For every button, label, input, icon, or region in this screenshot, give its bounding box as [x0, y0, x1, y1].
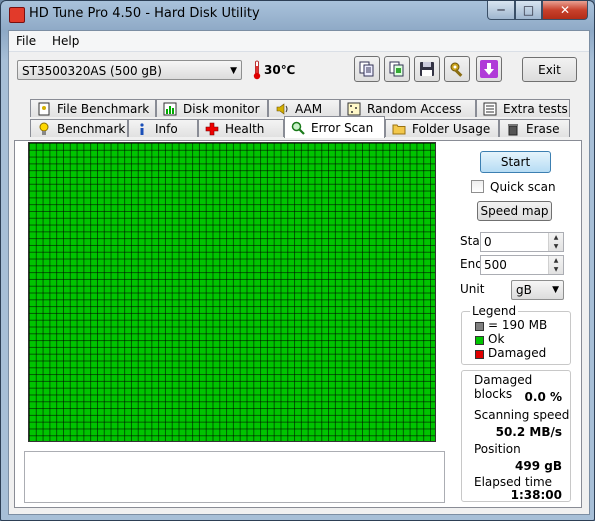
tab-label: Health: [225, 121, 265, 136]
info-icon: [140, 122, 144, 135]
save-button[interactable]: [414, 56, 440, 82]
app-icon: [9, 7, 25, 23]
end-input-value: 500: [484, 258, 507, 272]
trash-icon: [508, 123, 518, 135]
chevron-down-icon: ▼: [230, 66, 237, 76]
unit-select[interactable]: gB ▼: [511, 280, 564, 300]
legend-swatch-damaged: [475, 350, 484, 359]
tab-folder-usage[interactable]: Folder Usage: [385, 119, 499, 137]
maximize-icon: □: [522, 3, 535, 17]
legend-group: Legend = 190 MB Ok Damaged: [461, 304, 571, 365]
extra-tests-icon: [483, 102, 497, 115]
copy-text-icon: [359, 61, 374, 77]
drive-select[interactable]: ST3500320AS (500 gB) ▼: [17, 60, 242, 80]
tab-error-scan[interactable]: Error Scan: [284, 116, 385, 138]
legend-damaged: Damaged: [488, 346, 547, 360]
tab-label: Random Access: [367, 101, 462, 116]
random-access-icon: [347, 102, 361, 115]
scan-log[interactable]: [24, 451, 445, 503]
thermometer-icon: [253, 60, 261, 80]
tab-label: AAM: [295, 101, 323, 116]
tools-icon: [450, 62, 463, 77]
close-button[interactable]: ✕: [542, 1, 588, 20]
tab-label: Erase: [526, 121, 560, 136]
tab-label: Error Scan: [311, 120, 374, 135]
start-input-value: 0: [484, 235, 492, 249]
tab-extra-tests[interactable]: Extra tests: [476, 99, 570, 117]
start-scan-button[interactable]: Start: [480, 151, 551, 173]
spinner-arrows-icon[interactable]: ▲ ▼: [548, 256, 563, 274]
copy-screenshot-icon: [389, 61, 404, 77]
scan-block-grid: [28, 142, 436, 442]
copy-screenshot-button[interactable]: [384, 56, 410, 82]
tab-label: Extra tests: [503, 101, 568, 116]
legend-block-size: = 190 MB: [488, 318, 548, 332]
copy-text-button[interactable]: [354, 56, 380, 82]
scanning-speed-label: Scanning speed: [474, 408, 570, 422]
health-cross-icon: [205, 122, 219, 135]
speaker-icon: [276, 102, 288, 115]
unit-label: Unit: [460, 282, 485, 296]
legend-swatch-ok: [475, 336, 484, 345]
magnifier-icon: [291, 121, 305, 135]
damaged-blocks-value: 0.0 %: [524, 390, 562, 404]
speed-map-button[interactable]: Speed map: [477, 201, 552, 221]
download-button[interactable]: [476, 56, 502, 82]
tab-label: Disk monitor: [183, 101, 260, 116]
unit-select-value: gB: [516, 283, 532, 297]
file-benchmark-icon: [38, 102, 50, 115]
menu-help[interactable]: Help: [52, 34, 79, 48]
quick-scan-label: Quick scan: [490, 180, 556, 194]
tab-label: Benchmark: [57, 121, 126, 136]
app-window: HD Tune Pro 4.50 - Hard Disk Utility ─ □…: [0, 0, 595, 521]
window-title: HD Tune Pro 4.50 - Hard Disk Utility: [29, 6, 260, 21]
tab-disk-monitor[interactable]: Disk monitor: [156, 99, 268, 117]
temperature-readout: 30℃: [264, 63, 296, 77]
down-arrow-icon: [480, 60, 498, 78]
tab-random-access[interactable]: Random Access: [340, 99, 476, 117]
lightbulb-icon: [39, 122, 49, 135]
floppy-disk-icon: [420, 62, 434, 76]
exit-button[interactable]: Exit: [522, 57, 577, 82]
menu-file[interactable]: File: [16, 34, 36, 48]
drive-select-value: ST3500320AS (500 gB): [22, 64, 162, 78]
menu-bar: File Help: [9, 31, 589, 52]
end-input[interactable]: 500 ▲ ▼: [480, 255, 564, 275]
legend-swatch-block: [475, 322, 484, 331]
quick-scan-checkbox[interactable]: [471, 180, 484, 193]
legend-ok: Ok: [488, 332, 505, 346]
folder-icon: [392, 124, 406, 134]
scanning-speed-value: 50.2 MB/s: [495, 425, 562, 439]
window-controls: ─ □ ✕: [487, 1, 588, 21]
title-bar[interactable]: HD Tune Pro 4.50 - Hard Disk Utility ─ □…: [1, 1, 594, 29]
tab-erase[interactable]: Erase: [499, 119, 570, 137]
tab-label: File Benchmark: [57, 101, 150, 116]
legend-title: Legend: [470, 304, 519, 318]
start-input[interactable]: 0 ▲ ▼: [480, 232, 564, 252]
tab-label: Info: [155, 121, 178, 136]
tab-file-benchmark[interactable]: File Benchmark: [30, 99, 156, 117]
chevron-down-icon: ▼: [552, 285, 559, 295]
close-icon: ✕: [559, 3, 571, 17]
position-label: Position: [474, 442, 521, 456]
minimize-button[interactable]: ─: [487, 1, 515, 20]
spinner-arrows-icon[interactable]: ▲ ▼: [548, 233, 563, 251]
elapsed-time-value: 1:38:00: [510, 488, 562, 502]
position-value: 499 gB: [515, 459, 562, 473]
minimize-icon: ─: [497, 3, 505, 17]
scan-statistics: Damaged blocks 0.0 % Scanning speed 50.2…: [461, 370, 571, 502]
elapsed-time-label: Elapsed time: [474, 475, 553, 489]
toolbar: ST3500320AS (500 gB) ▼ 30℃ Exit: [9, 52, 589, 92]
tab-health[interactable]: Health: [198, 119, 284, 137]
options-button[interactable]: [444, 56, 470, 82]
maximize-button[interactable]: □: [515, 1, 542, 20]
tab-info[interactable]: Info: [128, 119, 198, 137]
disk-monitor-icon: [163, 102, 177, 115]
tab-label: Folder Usage: [412, 121, 491, 136]
tab-benchmark[interactable]: Benchmark: [30, 119, 128, 137]
tab-aam[interactable]: AAM: [268, 99, 340, 117]
